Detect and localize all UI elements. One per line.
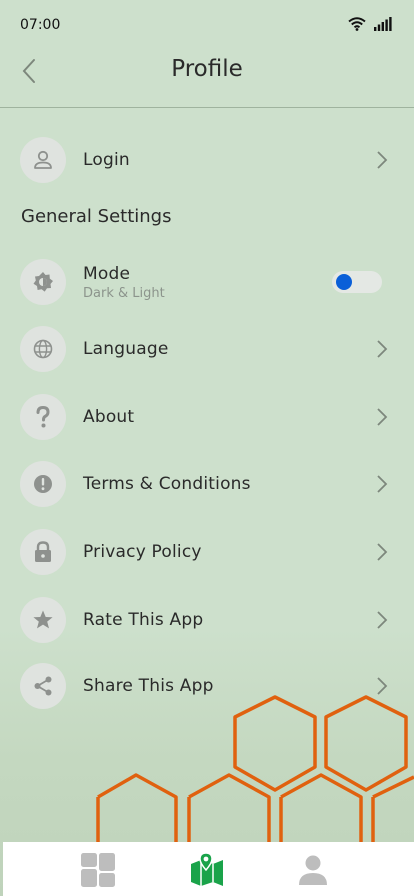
header: Profile [0, 52, 414, 108]
chevron-right-icon [377, 543, 388, 561]
mode-toggle[interactable] [332, 271, 382, 293]
icon-circle [20, 137, 66, 183]
chevron-right-icon [377, 408, 388, 426]
lock-icon [35, 541, 51, 562]
mode-sublabel: Dark & Light [83, 285, 165, 301]
question-mark-icon [36, 405, 50, 428]
privacy-label: Privacy Policy [83, 542, 202, 562]
status-icons [348, 17, 392, 31]
icon-circle [20, 461, 66, 507]
map-pin-icon [191, 852, 223, 886]
mode-label: Mode [83, 263, 131, 284]
about-row[interactable]: About [20, 393, 394, 441]
chevron-right-icon [377, 611, 388, 629]
globe-icon [33, 339, 53, 359]
login-label: Login [83, 150, 130, 170]
rate-row[interactable]: Rate This App [20, 596, 394, 644]
chevron-right-icon [377, 677, 388, 695]
signal-icon [374, 17, 392, 31]
icon-circle [20, 597, 66, 643]
wifi-icon [348, 17, 366, 31]
status-bar: 07:00 [0, 0, 414, 52]
icon-circle [20, 663, 66, 709]
rate-label: Rate This App [83, 610, 204, 630]
bottom-nav [3, 842, 414, 896]
login-row[interactable]: Login [20, 136, 394, 184]
chevron-right-icon [377, 475, 388, 493]
language-row[interactable]: Language [20, 325, 394, 373]
hexagon-decoration [96, 695, 414, 845]
share-icon [34, 676, 52, 696]
mode-row: Mode Dark & Light [20, 258, 394, 306]
privacy-row[interactable]: Privacy Policy [20, 528, 394, 576]
brightness-icon [33, 272, 53, 292]
toggle-knob [336, 274, 352, 290]
icon-circle [20, 326, 66, 372]
terms-label: Terms & Conditions [83, 474, 251, 494]
section-title: General Settings [21, 206, 172, 227]
user-icon [299, 855, 327, 885]
icon-circle [20, 259, 66, 305]
page-title: Profile [171, 56, 243, 82]
share-label: Share This App [83, 676, 214, 696]
user-outline-icon [34, 150, 52, 169]
terms-row[interactable]: Terms & Conditions [20, 460, 394, 508]
icon-circle [20, 529, 66, 575]
icon-circle [20, 394, 66, 440]
chevron-right-icon [377, 151, 388, 169]
chevron-right-icon [377, 340, 388, 358]
star-icon [33, 610, 53, 629]
dashboard-icon [81, 853, 115, 887]
nav-dashboard[interactable] [80, 852, 116, 888]
about-label: About [83, 407, 135, 427]
status-time: 07:00 [20, 17, 61, 33]
nav-profile[interactable] [295, 852, 331, 888]
nav-map[interactable] [189, 852, 225, 888]
language-label: Language [83, 339, 169, 359]
alert-circle-icon [34, 475, 52, 493]
